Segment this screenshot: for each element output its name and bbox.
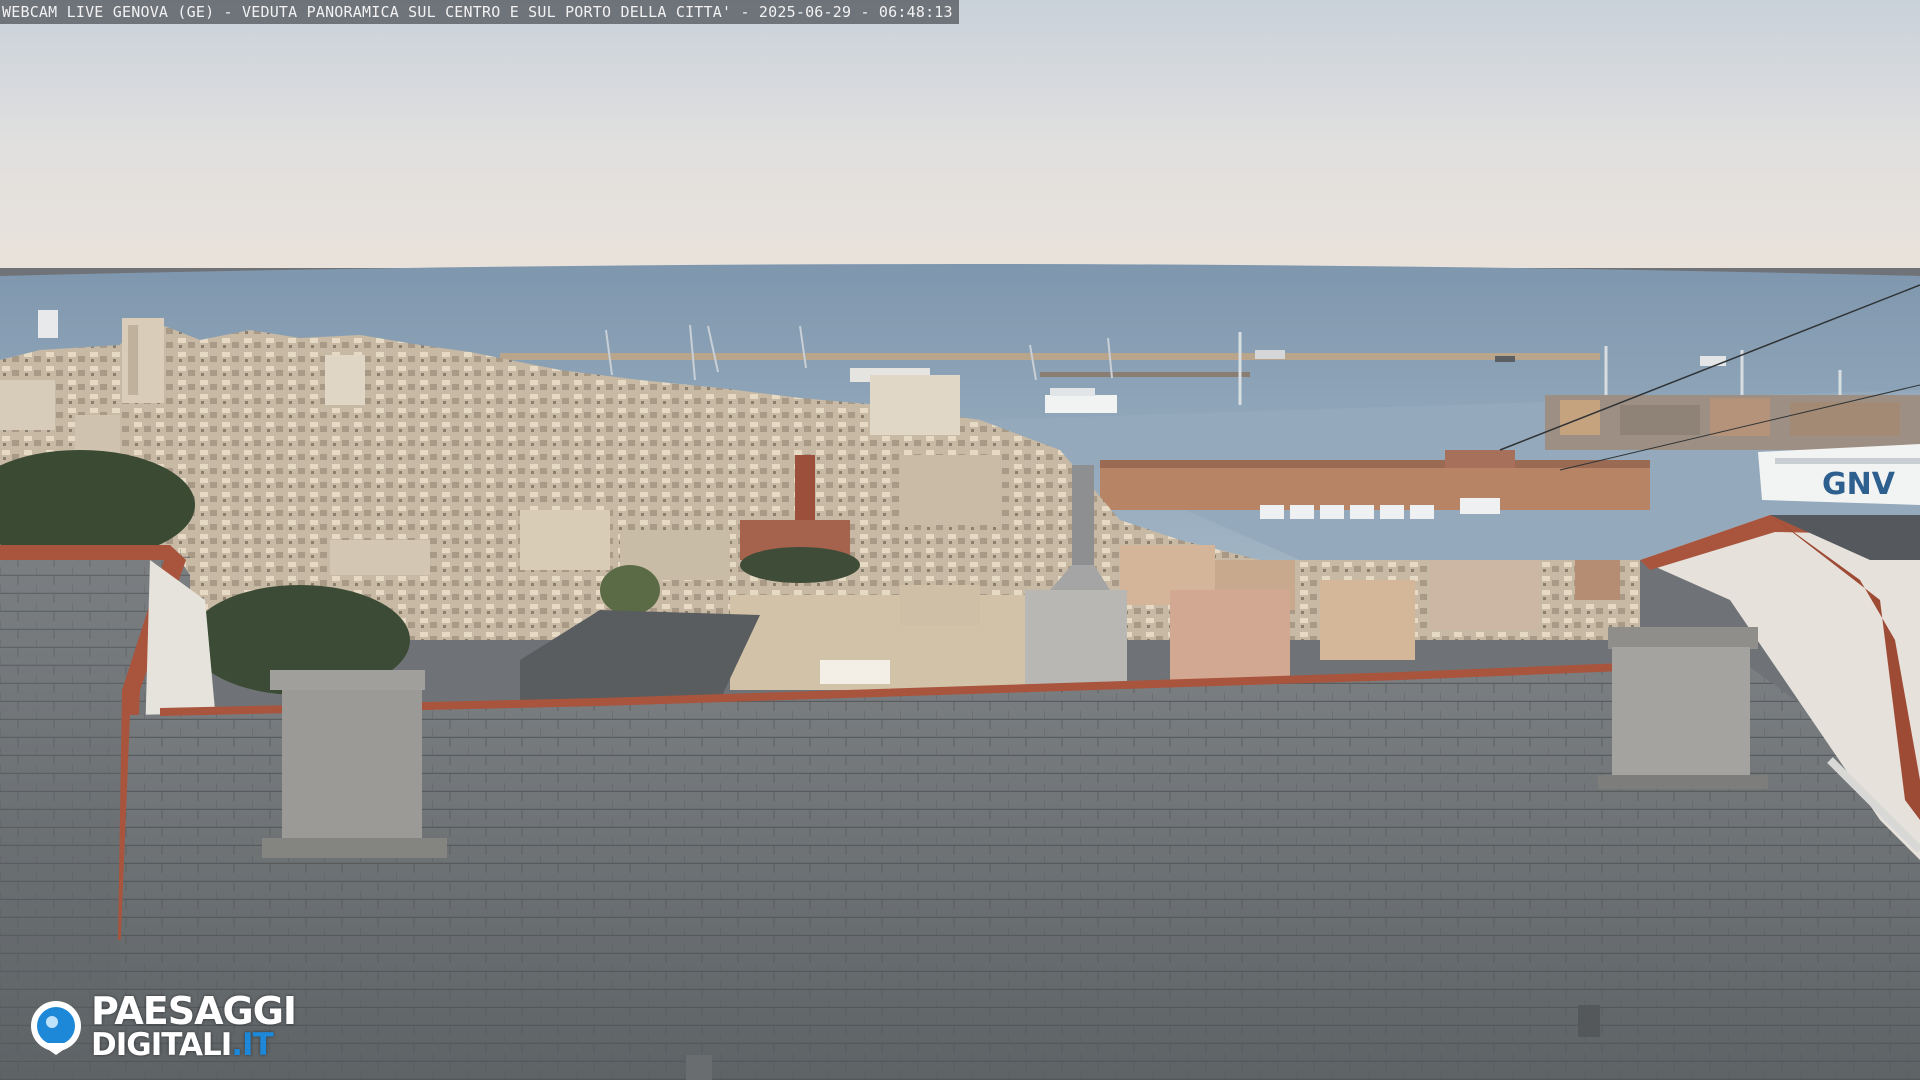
logo-line-1: PAESAGGI [91,989,297,1033]
webcam-caption: WEBCAM LIVE GENOVA (GE) - VEDUTA PANORAM… [0,0,959,24]
paesaggi-digitali-logo: PAESAGGI DIGITALI.IT [27,989,297,1063]
logo-tld: .IT [231,1027,273,1063]
webcam-frame: GNV [0,0,1920,1080]
panorama-image: GNV [0,0,1920,1080]
logo-line-2: DIGITALI.IT [91,1028,296,1062]
logo-line-2-word: DIGITALI [91,1027,232,1063]
ferry-logo-text: GNV [1822,467,1896,502]
eye-icon [31,1001,81,1055]
